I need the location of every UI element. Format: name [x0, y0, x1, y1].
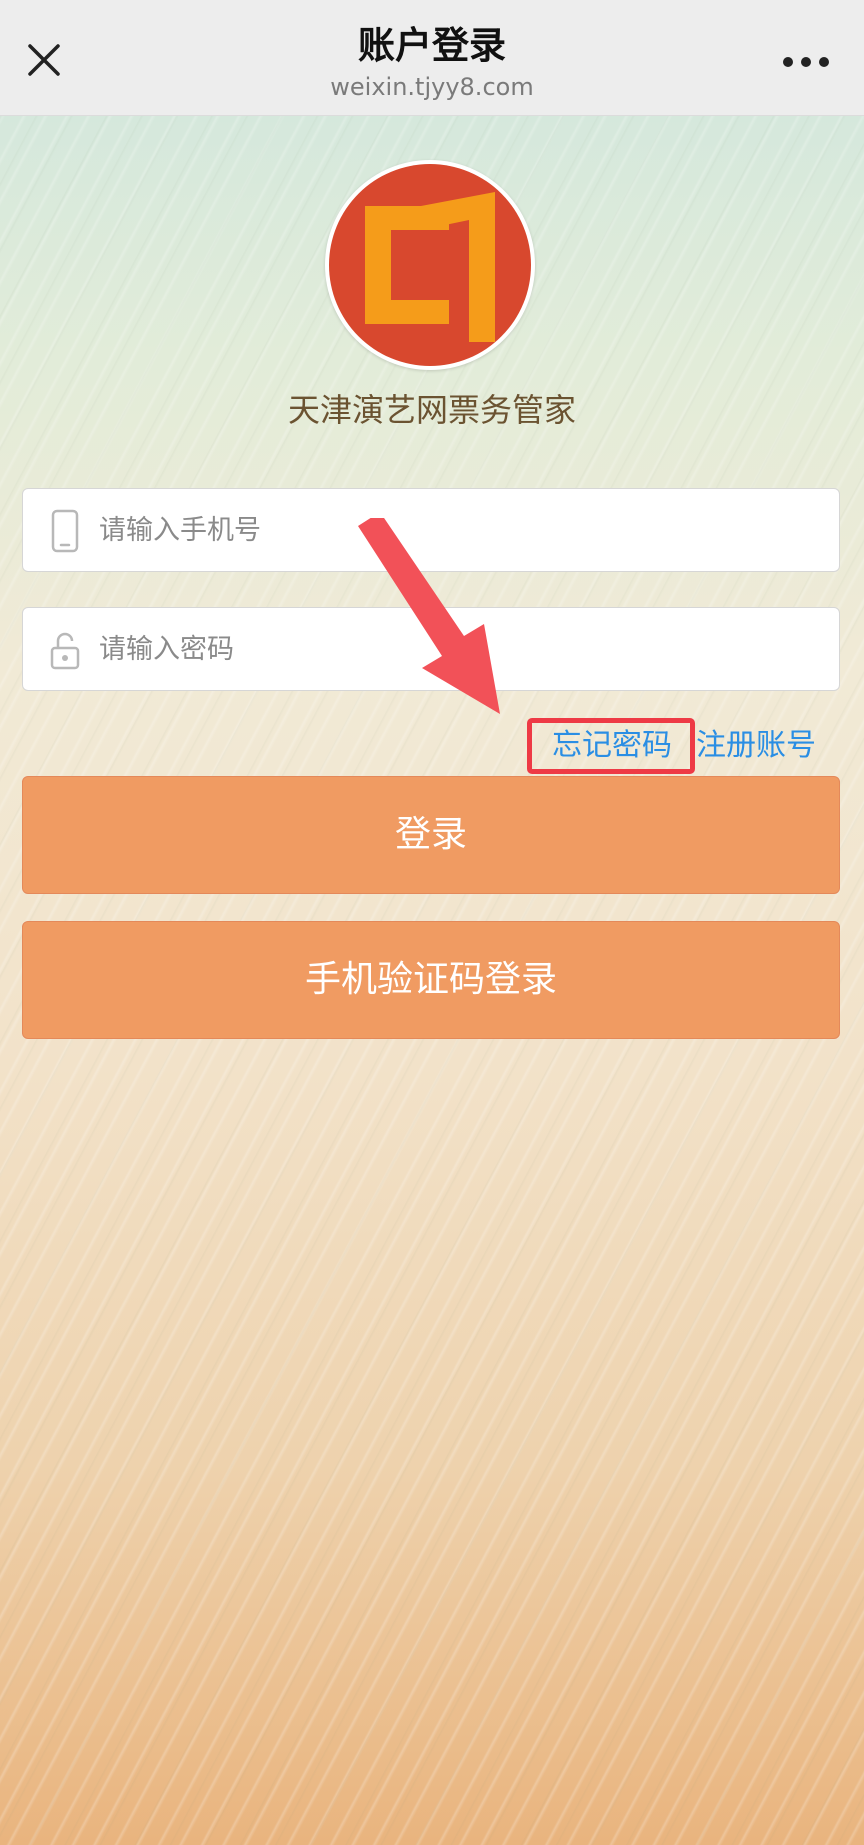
forgot-password-link[interactable]: 忘记密码 [552, 724, 672, 768]
page-url: weixin.tjyy8.com [330, 73, 534, 101]
sms-login-button[interactable]: 手机验证码登录 [22, 921, 840, 1039]
register-link[interactable]: 注册账号 [696, 724, 816, 768]
app-logo [325, 160, 535, 370]
more-button[interactable] [780, 50, 832, 74]
logo-image [329, 164, 531, 366]
login-button[interactable]: 登录 [22, 776, 840, 894]
auth-links: 忘记密码 注册账号 [0, 718, 864, 778]
password-field[interactable] [22, 607, 840, 691]
more-icon [783, 57, 829, 67]
title-block: 账户登录 weixin.tjyy8.com [0, 22, 864, 104]
lock-icon [50, 632, 80, 670]
phone-field[interactable] [22, 488, 840, 572]
app-name: 天津演艺网票务管家 [287, 391, 576, 429]
phone-icon [51, 509, 79, 553]
page-title: 账户登录 [358, 24, 506, 67]
top-bar: 账户登录 weixin.tjyy8.com [0, 0, 864, 116]
password-input[interactable] [99, 608, 819, 690]
phone-input[interactable] [99, 489, 819, 571]
